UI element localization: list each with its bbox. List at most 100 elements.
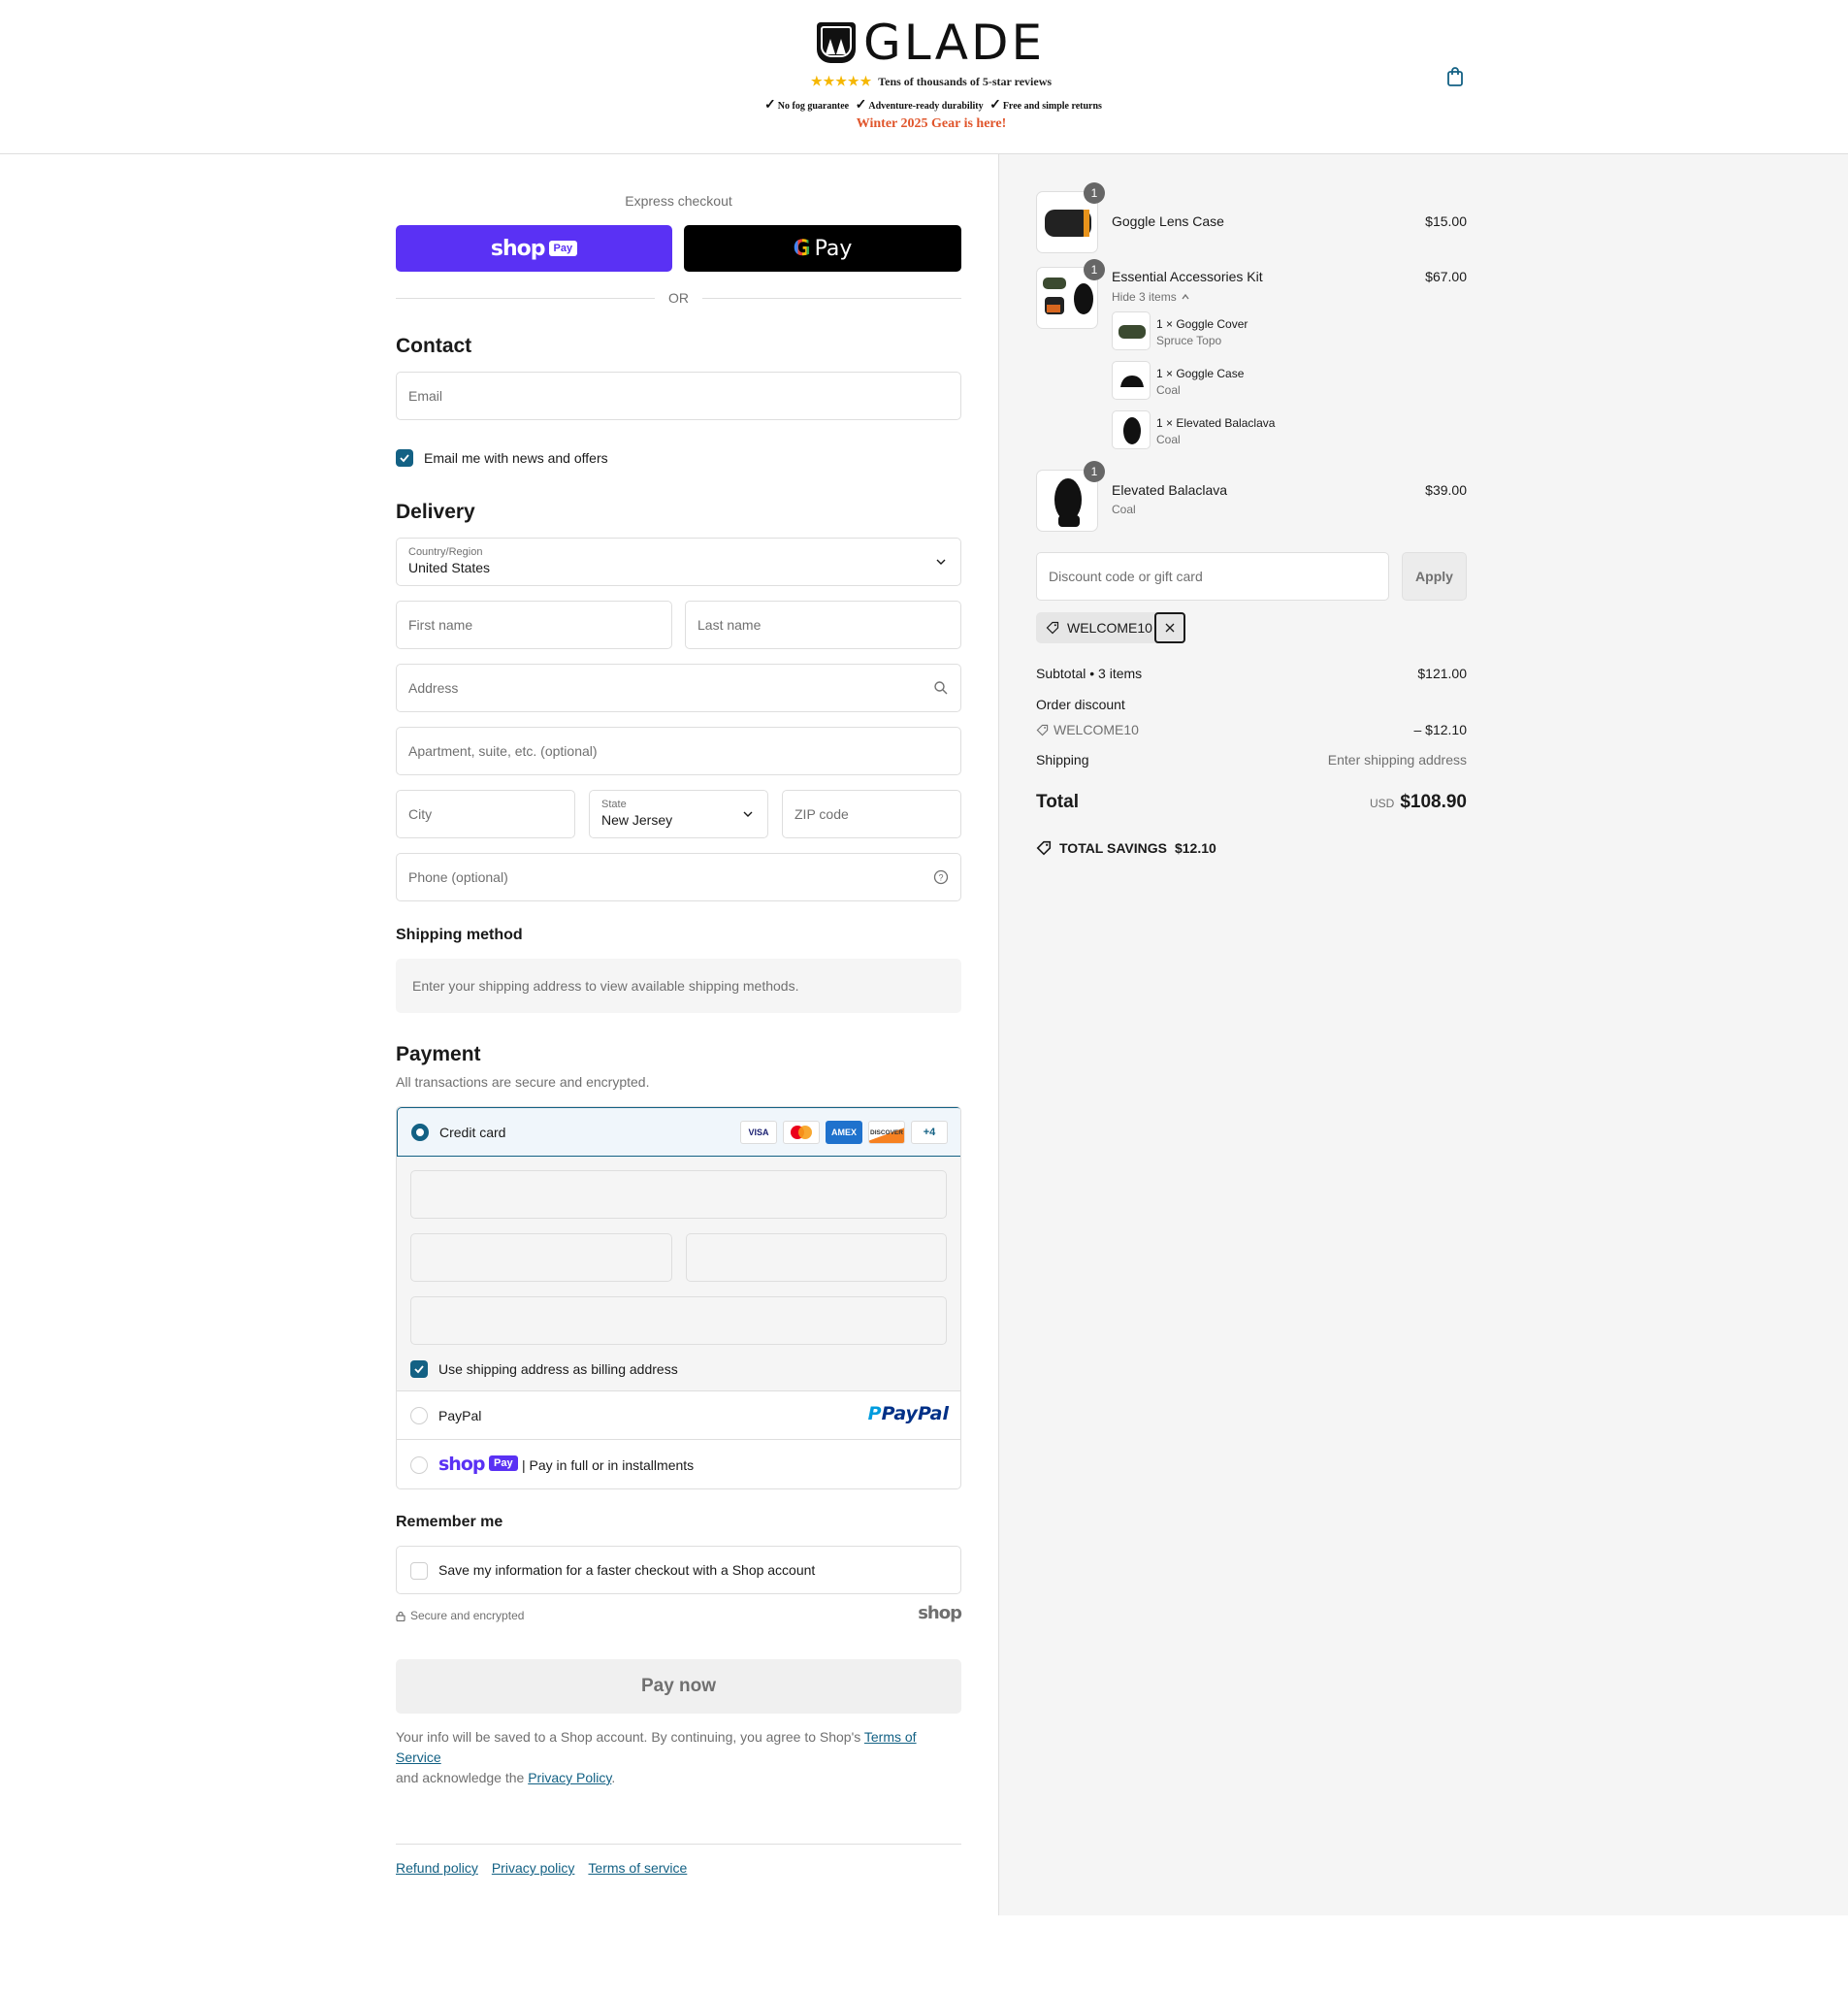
total-savings: TOTAL SAVINGS $12.10: [1036, 840, 1467, 856]
delivery-title: Delivery: [396, 501, 475, 523]
discount-code-row: WELCOME10 – $12.10: [1036, 722, 1467, 739]
sub-item-thumbnail: [1112, 311, 1151, 350]
payment-methods: Credit card VISA AMEX DISCOVER +4 Use sh…: [396, 1106, 961, 1489]
rating-stars-icon: ★★★★★: [810, 74, 873, 88]
google-g-icon: G: [793, 236, 811, 261]
secure-note: Secure and encrypted: [396, 1609, 524, 1622]
reviews-tagline: ★★★★★ Tens of thousands of 5-star reviews: [810, 74, 1053, 88]
mastercard-icon: [783, 1121, 820, 1144]
apply-discount-button[interactable]: Apply: [1402, 552, 1467, 601]
visa-icon: VISA: [740, 1121, 777, 1144]
payment-option-paypal[interactable]: PayPal PPayPal: [397, 1391, 960, 1440]
checkmark-icon: ✓: [764, 98, 776, 113]
sub-item-variant: Coal: [1156, 383, 1181, 397]
payment-option-credit-card[interactable]: Credit card VISA AMEX DISCOVER +4: [397, 1107, 960, 1157]
pay-now-button[interactable]: Pay now: [396, 1659, 961, 1714]
checkmark-icon: ✓: [855, 98, 867, 113]
chevron-down-icon: [743, 811, 753, 817]
item-name: Elevated Balaclava: [1112, 482, 1228, 498]
remember-me-box: Save my information for a faster checkou…: [396, 1546, 961, 1594]
city-field[interactable]: City: [396, 790, 575, 838]
lock-icon: [396, 1611, 405, 1621]
footer-privacy-policy-link[interactable]: Privacy policy: [492, 1860, 575, 1876]
privacy-policy-link[interactable]: Privacy Policy: [528, 1770, 611, 1785]
hide-items-toggle[interactable]: Hide 3 items: [1112, 290, 1190, 304]
help-icon[interactable]: ?: [933, 869, 949, 885]
remove-discount-button[interactable]: [1153, 612, 1185, 643]
credit-card-radio[interactable]: [411, 1124, 429, 1141]
amex-icon: AMEX: [826, 1121, 862, 1144]
card-name-field[interactable]: [410, 1296, 947, 1345]
apartment-field[interactable]: Apartment, suite, etc. (optional): [396, 727, 961, 775]
contact-title: Contact: [396, 335, 472, 357]
payment-title: Payment: [396, 1043, 481, 1065]
zip-field[interactable]: ZIP code: [782, 790, 961, 838]
check-icon: [414, 1365, 424, 1374]
quantity-badge: 1: [1084, 259, 1105, 280]
chevron-down-icon: [936, 559, 946, 565]
discount-code-input[interactable]: Discount code or gift card: [1036, 552, 1389, 601]
item-price: $67.00: [1425, 269, 1467, 284]
or-divider: OR: [396, 288, 961, 308]
quantity-badge: 1: [1084, 182, 1105, 204]
tag-icon: [1046, 621, 1059, 635]
payment-option-shop-pay[interactable]: shop Pay | Pay in full or in installment…: [397, 1441, 960, 1488]
tag-icon: [1036, 840, 1052, 856]
sub-item-variant: Spruce Topo: [1156, 334, 1222, 347]
sub-item-name: 1 × Goggle Cover: [1156, 317, 1248, 331]
paypal-radio[interactable]: [410, 1407, 428, 1424]
sub-item-variant: Coal: [1156, 433, 1181, 446]
item-variant: Coal: [1112, 503, 1136, 516]
payment-note: All transactions are secure and encrypte…: [396, 1074, 650, 1090]
card-number-field[interactable]: [410, 1170, 947, 1219]
svg-text:?: ?: [938, 873, 943, 883]
refund-policy-link[interactable]: Refund policy: [396, 1860, 478, 1876]
promo-banner: Winter 2025 Gear is here!: [856, 116, 1007, 131]
last-name-field[interactable]: Last name: [685, 601, 961, 649]
country-select[interactable]: Country/Region United States: [396, 538, 961, 586]
shop-pay-logo: shop: [438, 1454, 485, 1475]
shipping-row: Shipping Enter shipping address: [1036, 752, 1467, 768]
paypal-logo: PPayPal: [867, 1403, 949, 1424]
site-header: GLADE ★★★★★ Tens of thousands of 5-star r…: [0, 0, 1848, 154]
glade-mark-icon: [817, 22, 856, 63]
card-expiry-field[interactable]: [410, 1233, 672, 1282]
shopping-bag-icon[interactable]: [1445, 66, 1465, 87]
footer-terms-link[interactable]: Terms of service: [588, 1860, 687, 1876]
card-brand-logos: VISA AMEX DISCOVER +4: [740, 1121, 948, 1144]
google-pay-button[interactable]: G Pay: [684, 225, 961, 272]
state-select[interactable]: State New Jersey: [589, 790, 768, 838]
address-field[interactable]: Address: [396, 664, 961, 712]
applied-discount-chip: WELCOME10: [1036, 612, 1185, 643]
brand-logo[interactable]: GLADE: [817, 15, 1046, 71]
first-name-field[interactable]: First name: [396, 601, 672, 649]
save-info-label: Save my information for a faster checkou…: [438, 1562, 816, 1578]
shop-pay-radio[interactable]: [410, 1456, 428, 1474]
billing-address-label: Use shipping address as billing address: [438, 1361, 678, 1377]
billing-address-checkbox[interactable]: [410, 1360, 428, 1378]
newsletter-checkbox[interactable]: [396, 449, 413, 467]
brand-name: GLADE: [863, 15, 1046, 71]
close-icon: [1165, 623, 1175, 633]
email-field[interactable]: Email: [396, 372, 961, 420]
quantity-badge: 1: [1084, 461, 1105, 482]
save-info-checkbox[interactable]: [410, 1562, 428, 1580]
card-cvv-field[interactable]: [686, 1233, 947, 1282]
shop-pay-button[interactable]: shop Pay: [396, 225, 672, 272]
newsletter-label: Email me with news and offers: [424, 450, 608, 466]
check-icon: [400, 454, 409, 463]
shop-logo: shop: [918, 1603, 962, 1623]
shipping-method-title: Shipping method: [396, 927, 523, 943]
checkmark-icon: ✓: [989, 98, 1001, 113]
tag-icon: [1036, 724, 1049, 735]
sub-item-name: 1 × Goggle Case: [1156, 367, 1245, 380]
legal-text: Your info will be saved to a Shop accoun…: [396, 1729, 917, 1785]
subtotal-row: Subtotal • 3 items $121.00: [1036, 666, 1467, 681]
credit-card-form: Use shipping address as billing address: [397, 1157, 960, 1391]
phone-field[interactable]: Phone (optional) ?: [396, 853, 961, 901]
goggle-case-image-icon: [1120, 376, 1144, 387]
item-name: Goggle Lens Case: [1112, 213, 1224, 229]
remember-me-title: Remember me: [396, 1514, 503, 1530]
footer-divider: [396, 1844, 961, 1845]
sub-item-name: 1 × Elevated Balaclava: [1156, 416, 1276, 430]
